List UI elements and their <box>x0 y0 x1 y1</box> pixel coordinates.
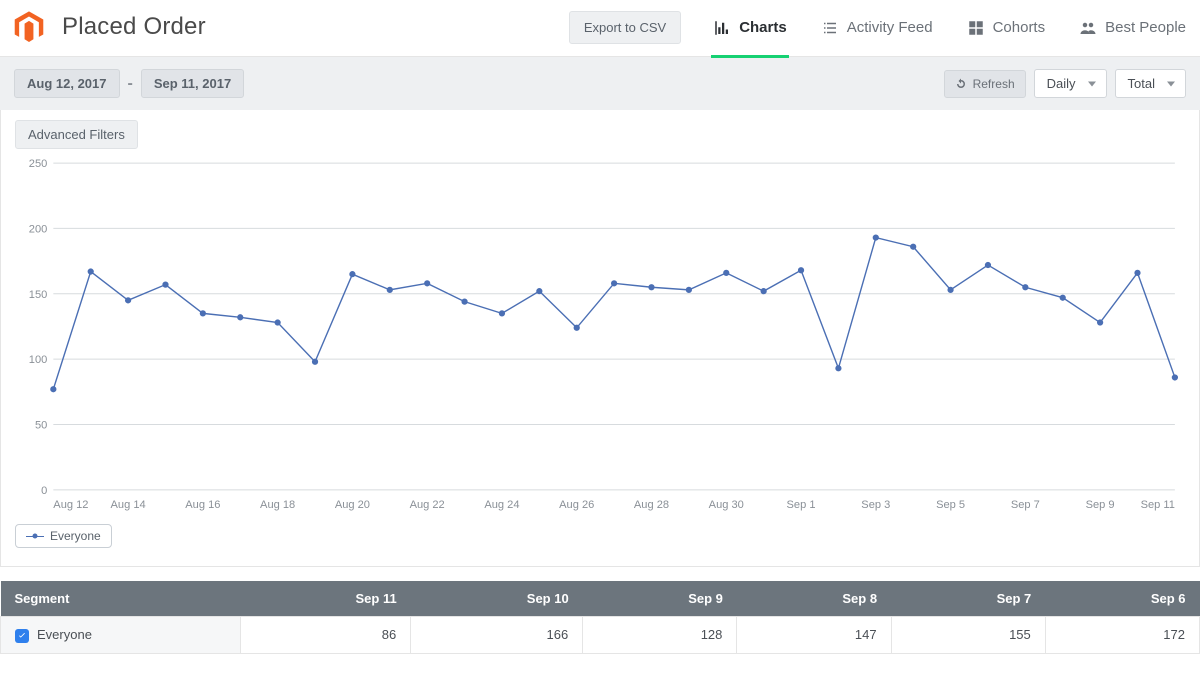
col-date[interactable]: Sep 11 <box>241 581 411 617</box>
tab-label: Best People <box>1105 19 1186 36</box>
line-chart: 0 50 100 150 200 250 Aug 12 Aug 14 Aug 16 Aug 18… <box>15 155 1185 548</box>
svg-text:Aug 14: Aug 14 <box>111 499 146 511</box>
legend-marker-icon <box>26 532 44 540</box>
value-cell: 155 <box>891 617 1045 654</box>
svg-text:Sep 5: Sep 5 <box>936 499 965 511</box>
segment-table-wrap: SegmentSep 11Sep 10Sep 9Sep 8Sep 7Sep 6 … <box>0 581 1200 654</box>
date-to-picker[interactable]: Sep 11, 2017 <box>141 69 244 98</box>
svg-text:Sep 7: Sep 7 <box>1011 499 1040 511</box>
refresh-label: Refresh <box>973 77 1015 91</box>
svg-text:Aug 18: Aug 18 <box>260 499 295 511</box>
svg-text:0: 0 <box>41 485 47 497</box>
bar-chart-icon <box>713 19 731 37</box>
aggregate-select[interactable]: Total <box>1115 69 1186 98</box>
svg-text:Aug 20: Aug 20 <box>335 499 370 511</box>
chart-panel: Advanced Filters 0 50 100 150 200 250 Aug 12 A… <box>0 110 1200 567</box>
col-date[interactable]: Sep 6 <box>1045 581 1199 617</box>
value-cell: 128 <box>583 617 737 654</box>
svg-text:250: 250 <box>29 158 47 170</box>
svg-text:Aug 22: Aug 22 <box>410 499 445 511</box>
tab-cohorts[interactable]: Cohorts <box>965 11 1048 58</box>
svg-text:Aug 28: Aug 28 <box>634 499 669 511</box>
segment-cell[interactable]: Everyone <box>1 617 241 654</box>
value-cell: 147 <box>737 617 891 654</box>
tab-activity-feed[interactable]: Activity Feed <box>819 11 935 58</box>
date-from-picker[interactable]: Aug 12, 2017 <box>14 69 120 98</box>
people-icon <box>1079 19 1097 37</box>
export-csv-button[interactable]: Export to CSV <box>569 11 681 44</box>
col-segment: Segment <box>1 581 241 617</box>
legend-label: Everyone <box>50 529 101 543</box>
col-date[interactable]: Sep 10 <box>411 581 583 617</box>
svg-text:100: 100 <box>29 354 47 366</box>
magento-logo-icon <box>12 10 46 44</box>
svg-text:Aug 16: Aug 16 <box>185 499 220 511</box>
tab-label: Cohorts <box>993 19 1046 36</box>
segment-table: SegmentSep 11Sep 10Sep 9Sep 8Sep 7Sep 6 … <box>0 581 1200 654</box>
svg-text:50: 50 <box>35 420 47 432</box>
col-date[interactable]: Sep 9 <box>583 581 737 617</box>
svg-text:Sep 3: Sep 3 <box>861 499 890 511</box>
date-range-separator: - <box>128 75 133 93</box>
list-icon <box>821 19 839 37</box>
svg-text:Sep 9: Sep 9 <box>1086 499 1115 511</box>
nav-tabs: Export to CSV Charts Activity Feed Cohor… <box>569 11 1188 44</box>
grid-icon <box>967 19 985 37</box>
svg-text:Sep 11: Sep 11 <box>1141 499 1175 511</box>
value-cell: 166 <box>411 617 583 654</box>
granularity-select[interactable]: Daily <box>1034 69 1107 98</box>
segment-checkbox[interactable] <box>15 629 29 643</box>
refresh-button[interactable]: Refresh <box>944 70 1026 98</box>
table-row: Everyone86166128147155172 <box>1 617 1200 654</box>
svg-text:150: 150 <box>29 289 47 301</box>
tab-best-people[interactable]: Best People <box>1077 11 1188 58</box>
svg-text:Aug 24: Aug 24 <box>484 499 519 511</box>
value-cell: 86 <box>241 617 411 654</box>
header-bar: Placed Order Export to CSV Charts Activi… <box>0 0 1200 57</box>
page-title: Placed Order <box>62 13 206 41</box>
svg-text:Aug 12: Aug 12 <box>53 499 88 511</box>
chart-legend: Everyone <box>15 524 112 548</box>
col-date[interactable]: Sep 8 <box>737 581 891 617</box>
value-cell: 172 <box>1045 617 1199 654</box>
svg-text:Aug 26: Aug 26 <box>559 499 594 511</box>
tab-charts[interactable]: Charts <box>711 11 789 58</box>
svg-text:Aug 30: Aug 30 <box>709 499 744 511</box>
tab-label: Charts <box>739 19 787 36</box>
advanced-filters-button[interactable]: Advanced Filters <box>15 120 138 149</box>
svg-text:200: 200 <box>29 223 47 235</box>
tab-label: Activity Feed <box>847 19 933 36</box>
filter-toolbar: Aug 12, 2017 - Sep 11, 2017 Refresh Dail… <box>0 57 1200 110</box>
refresh-icon <box>955 78 967 90</box>
col-date[interactable]: Sep 7 <box>891 581 1045 617</box>
svg-text:Sep 1: Sep 1 <box>787 499 816 511</box>
